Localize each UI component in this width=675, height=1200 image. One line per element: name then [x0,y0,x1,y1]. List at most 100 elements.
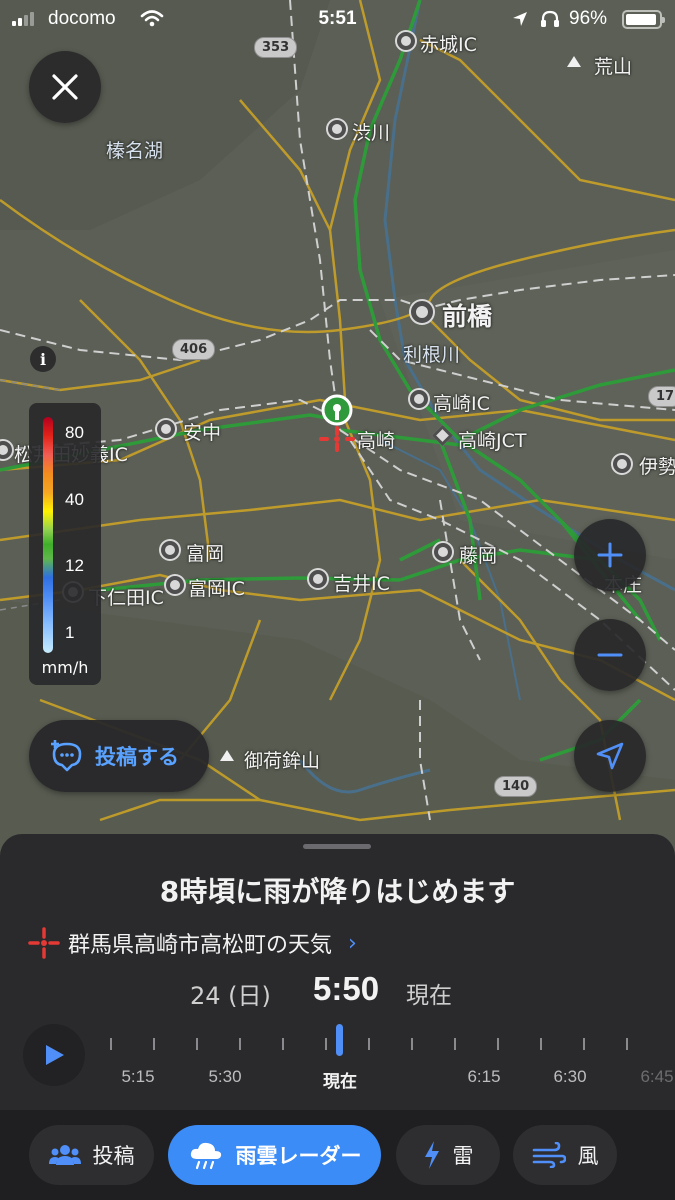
chevron-right-icon: › [348,930,357,956]
zoom-in-button[interactable] [574,519,646,591]
observation-now-label: 現在 [406,983,452,1009]
route-17-shield: 17 [648,386,675,407]
place-marker [434,543,452,561]
timeline-label: 5:30 [208,1067,242,1086]
post-button[interactable]: 投稿する [29,720,209,792]
legend-color-bar [43,417,53,653]
close-button[interactable] [29,51,101,123]
location-name: 群馬県高崎市高松町の天気 [68,933,333,958]
tab-label: 風 [577,1144,599,1168]
timeline-tick [239,1038,241,1050]
route-140-shield: 140 [494,776,538,797]
timeline-tick [153,1038,155,1050]
timeline-label: 6:15 [467,1067,501,1086]
timeline-tick [282,1038,284,1050]
close-icon [52,74,78,100]
time-slider[interactable]: 5:15 5:30 現在 6:15 6:30 6:45 [108,1024,675,1094]
place-label-shibukawa: 渋川 [352,122,391,144]
observation-clock: 5:50 [313,970,380,1007]
place-marker [410,390,428,408]
location-link[interactable]: 群馬県高崎市高松町の天気 › [28,927,357,959]
forecast-sheet: 8時頃に雨が降りはじめます 群馬県高崎市高松町の天気 › 24 (日) 5:50… [0,834,675,1200]
place-label-haruna-lake: 榛名湖 [106,140,164,162]
info-icon[interactable]: i [30,346,56,372]
timeline-cursor[interactable] [336,1024,343,1056]
observation-date: 24 (日) [190,982,271,1010]
headphones-icon [541,10,559,27]
mountain-icon [567,56,581,67]
wind-icon [532,1142,566,1168]
timeline-tick [454,1038,456,1050]
tab-label: 投稿 [92,1144,135,1168]
rain-intensity-legend: 80 40 12 1 mm/h [29,403,101,685]
timeline-label: 6:30 [553,1067,587,1086]
mountain-icon [220,750,234,761]
city-marker [411,301,433,323]
bottom-tab-bar: 投稿 雨雲レーダー 雷 風 [0,1110,675,1200]
tab-label: 雨雲レーダー [235,1144,362,1168]
place-label-takasaki: 高崎 [357,430,396,452]
battery-icon [622,10,665,29]
tab-rain-radar[interactable]: 雨雲レーダー [168,1125,381,1185]
plus-icon [597,542,623,568]
place-label-tomioka-ic: 富岡IC [188,578,245,600]
place-marker [328,120,346,138]
forecast-headline: 8時頃に雨が降りはじめます [159,875,516,908]
legend-unit: mm/h [41,658,89,677]
place-label-tomioka: 富岡 [186,543,225,565]
place-marker [613,455,631,473]
place-marker [161,541,179,559]
location-arrow-icon [513,12,527,26]
lightning-icon [424,1141,439,1169]
timeline-label-current: 現在 [323,1072,357,1092]
tab-label: 雷 [452,1144,474,1168]
place-label-tonegawa: 利根川 [403,344,461,366]
timeline-tick [325,1038,327,1050]
place-label-fujioka: 藤岡 [459,545,498,567]
place-marker [157,420,175,438]
timeline-tick [583,1038,585,1050]
timeline-tick [411,1038,413,1050]
place-label-yoshii-ic: 吉井IC [333,573,390,595]
rain-cloud-icon [190,1142,221,1170]
timeline-tick [196,1038,198,1050]
place-marker [166,576,184,594]
tab-lightning[interactable]: 雷 [396,1125,500,1185]
post-pin-icon [51,740,82,772]
route-353-shield: 353 [254,37,298,58]
legend-tick: 80 [65,423,84,442]
timeline-tick [497,1038,499,1050]
place-label-arayama: 荒山 [594,56,633,78]
timeline-tick [110,1038,112,1050]
place-label-mikabosan: 御荷鉾山 [244,750,321,772]
place-marker [309,570,327,588]
timeline-label: 6:45 [640,1067,674,1086]
zoom-out-button[interactable] [574,619,646,691]
current-location-button[interactable] [574,720,646,792]
sheet-grabber[interactable] [303,844,371,849]
tab-wind[interactable]: 風 [513,1125,617,1185]
location-arrow-icon [596,742,624,770]
minus-icon [597,653,623,657]
status-bar: docomo 5:51 96% [0,0,675,40]
play-button[interactable] [23,1024,85,1086]
timeline-tick [368,1038,370,1050]
post-button-label: 投稿する [95,745,179,769]
crosshair-icon [28,927,60,959]
battery-percent: 96% [569,8,608,29]
place-label-annaka: 安中 [183,422,222,444]
current-location-pin [319,394,355,452]
place-label-takasaki-jct: 高崎JCT [458,430,527,452]
legend-tick: 40 [65,490,84,509]
tab-posts[interactable]: 投稿 [29,1125,154,1185]
people-icon [48,1145,81,1165]
legend-tick: 1 [65,623,75,642]
play-icon [46,1045,64,1065]
place-label-maebashi: 前橋 [442,302,493,331]
place-label-takasaki-ic: 高崎IC [433,393,490,415]
observation-time: 24 (日) 5:50 現在 [0,970,675,1010]
timeline-label: 5:15 [121,1067,155,1086]
timeline-tick [626,1038,628,1050]
timeline-tick [540,1038,542,1050]
legend-tick: 12 [65,556,84,575]
